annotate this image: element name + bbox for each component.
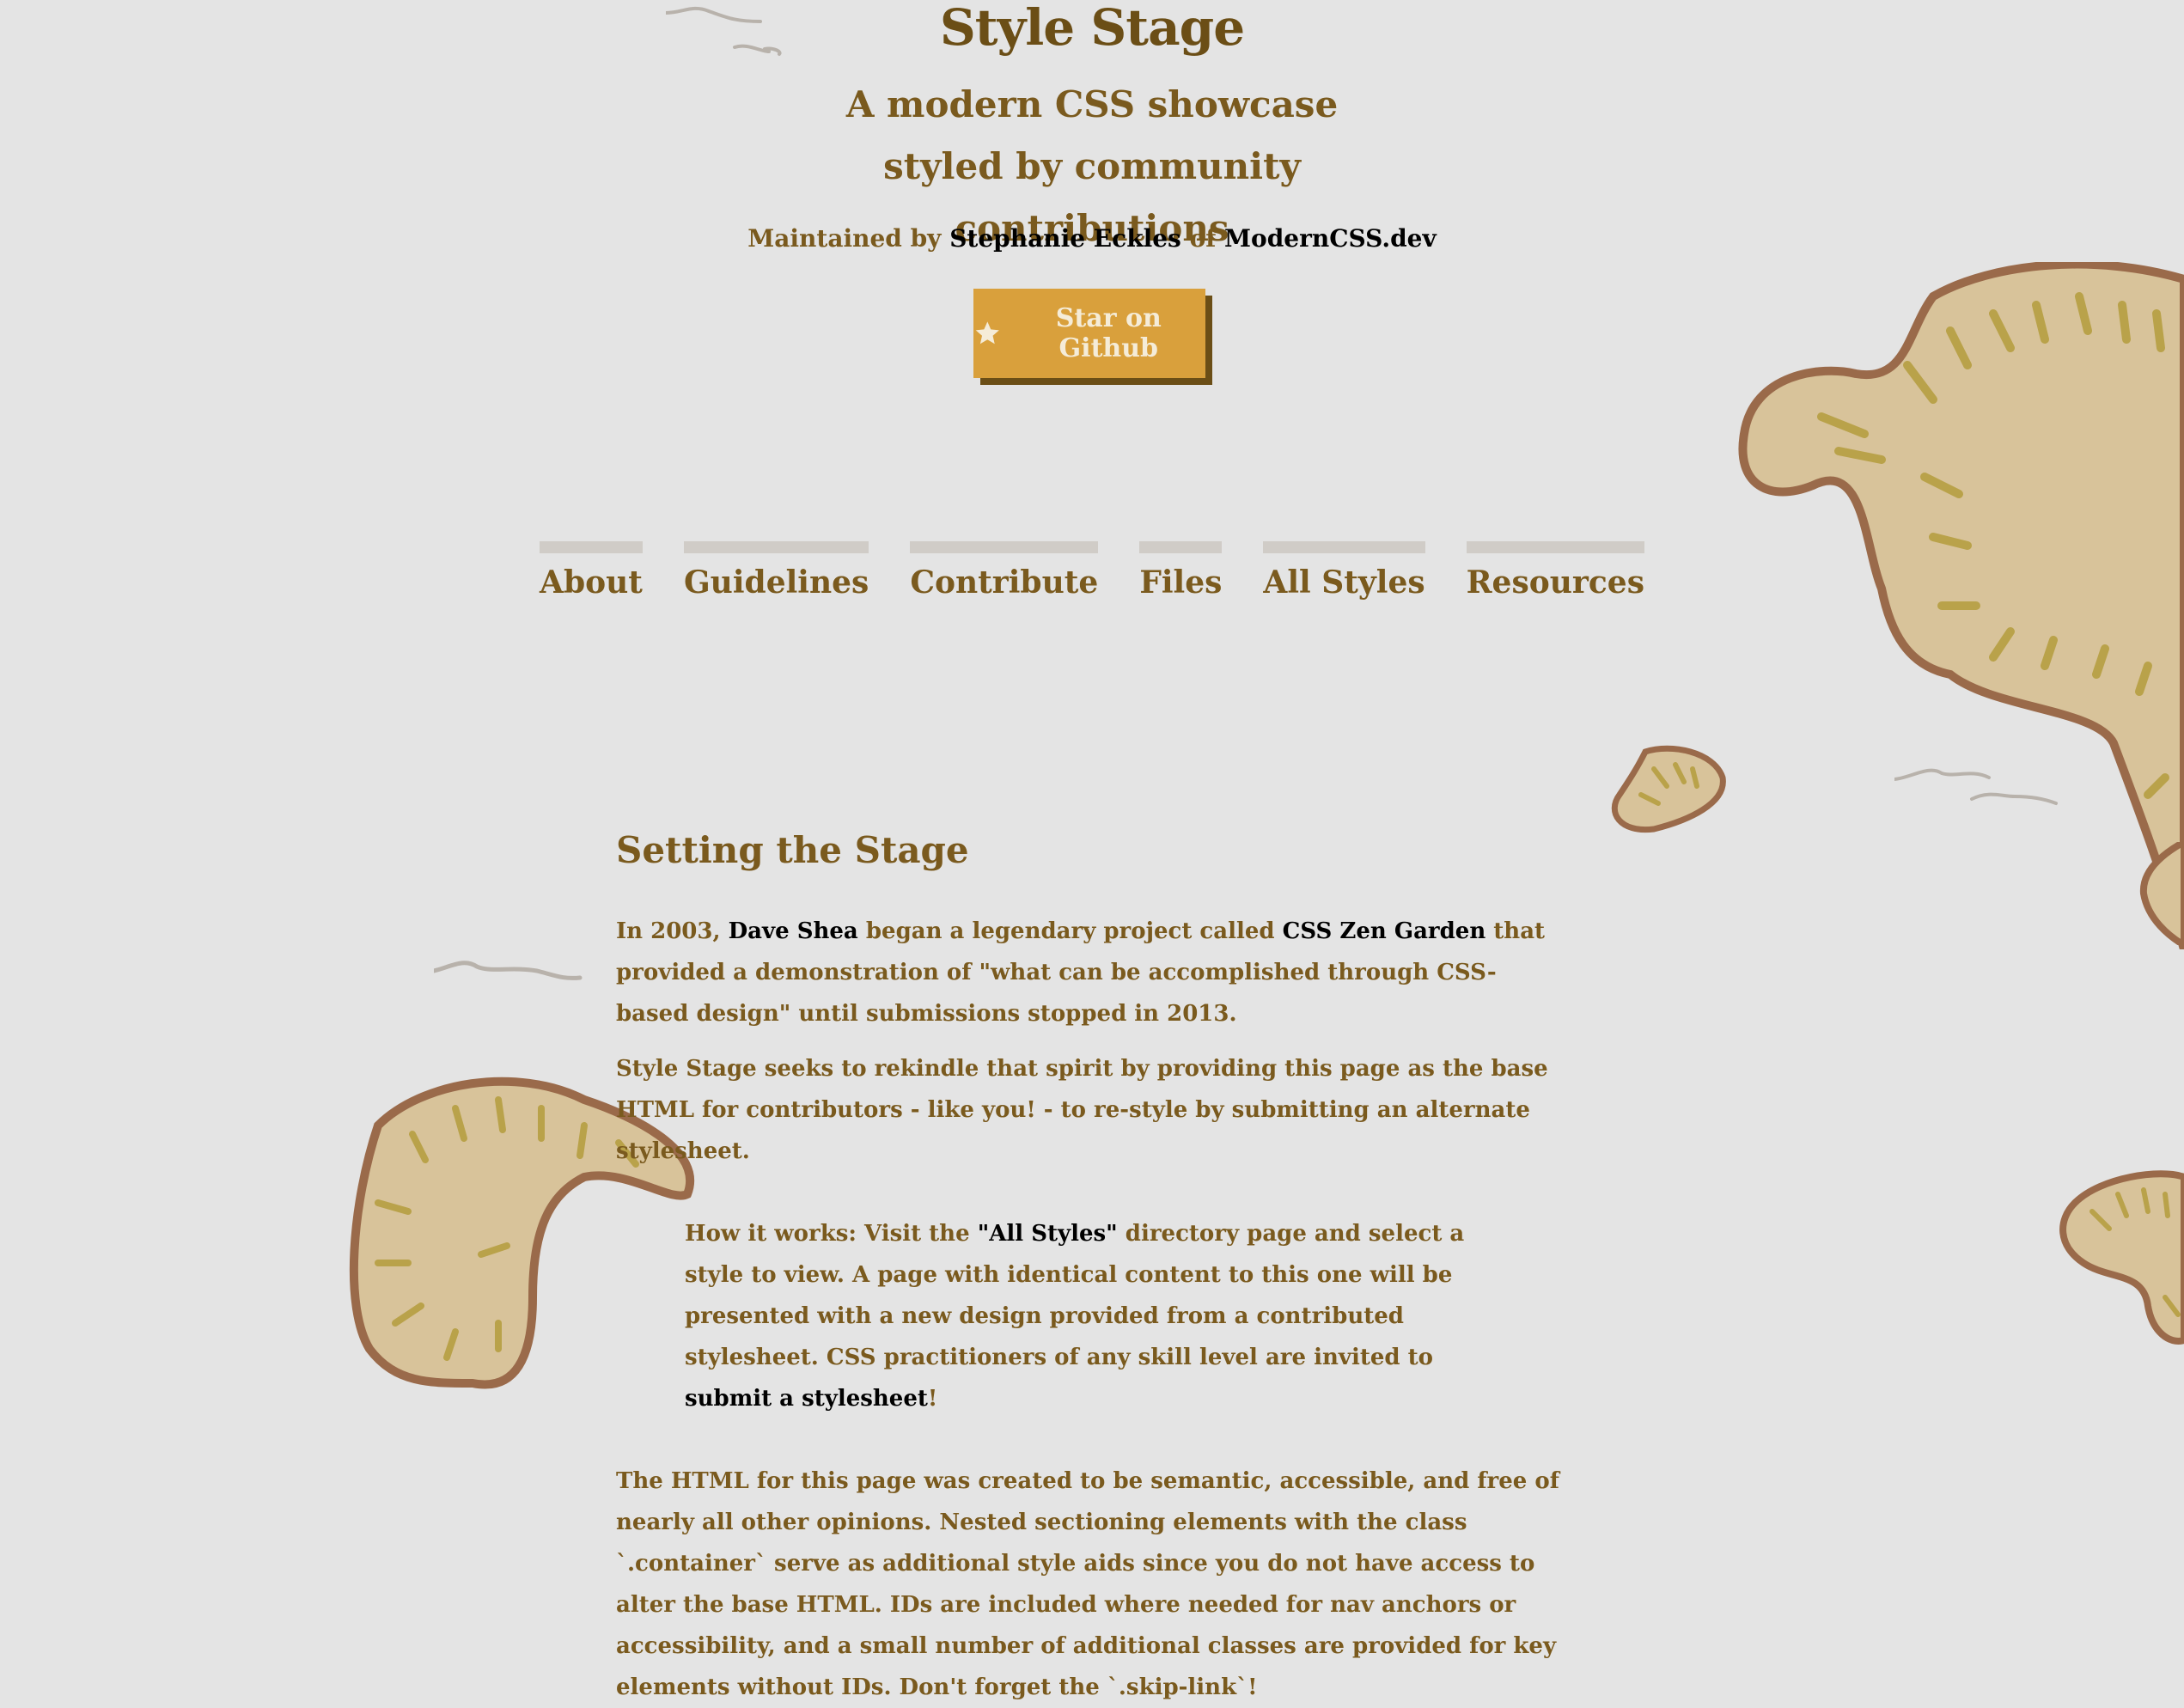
nav-item-label: Contribute [910, 564, 1099, 601]
nav-item-guidelines[interactable]: Guidelines [683, 541, 869, 603]
section-title: Setting the Stage [616, 829, 969, 871]
nav-item-resources[interactable]: Resources [1466, 541, 1644, 603]
nav-item-label: Files [1139, 564, 1223, 601]
nav-item-files[interactable]: Files [1139, 541, 1223, 603]
nav-item-contribute[interactable]: Contribute [910, 541, 1099, 603]
intro-paragraph: In 2003, Dave Shea began a legendary pro… [616, 911, 1561, 1034]
maintained-of: of [1189, 224, 1217, 253]
nav-item-label: Guidelines [683, 564, 869, 601]
star-on-github-button[interactable]: Star on Github [973, 289, 1205, 378]
island-decoration-large [1738, 262, 2184, 949]
maintained-by: Maintained by Stephanie Eckles of Modern… [0, 222, 2184, 256]
island-decoration-right-bottom [2059, 1170, 2184, 1345]
submit-stylesheet-link[interactable]: submit a stylesheet [685, 1386, 928, 1412]
nav-item-bar [910, 541, 1099, 553]
intro-text: began a legendary project called [865, 918, 1275, 944]
island-decoration-edge [2139, 842, 2184, 945]
star-on-github-label: Star on Github [1055, 303, 1162, 363]
nav-item-bar [683, 541, 869, 553]
nav-item-bar [1466, 541, 1644, 553]
nav-item-bar [540, 541, 643, 553]
rekindle-paragraph: Style Stage seeks to rekindle that spiri… [616, 1056, 1548, 1164]
how-it-works-paragraph: How it works: Visit the "All Styles" dir… [685, 1213, 1510, 1419]
intro-text: In 2003, [616, 918, 721, 944]
maintainer-site-link[interactable]: ModernCSS.dev [1224, 224, 1437, 253]
all-styles-link[interactable]: "All Styles" [978, 1221, 1118, 1247]
main-nav: About Guidelines Contribute Files All St… [0, 541, 2184, 603]
nav-item-bar [1139, 541, 1223, 553]
nav-item-bar [1263, 541, 1425, 553]
island-decoration-small [1611, 745, 1726, 833]
html-info-paragraph: The HTML for this page was created to be… [616, 1468, 1559, 1700]
nav-item-all-styles[interactable]: All Styles [1263, 541, 1425, 603]
maintained-prefix: Maintained by [747, 224, 942, 253]
how-it-works-text: How it works: Visit the [685, 1221, 970, 1247]
how-it-works-text: ! [927, 1386, 938, 1412]
site-title: Style Stage [939, 0, 1245, 57]
bird-decoration [434, 961, 583, 980]
star-icon [975, 321, 999, 345]
nav-item-label: Resources [1466, 564, 1644, 601]
bird-decoration [1894, 768, 2058, 805]
css-zen-garden-link[interactable]: CSS Zen Garden [1283, 918, 1486, 944]
maintainer-name-link[interactable]: Stephanie Eckles [949, 224, 1181, 253]
nav-item-label: All Styles [1263, 564, 1425, 601]
main-content: Setting the Stage In 2003, Dave Shea beg… [616, 816, 1561, 1700]
nav-item-label: About [540, 564, 643, 601]
nav-item-about[interactable]: About [540, 541, 643, 603]
dave-shea-link[interactable]: Dave Shea [729, 918, 858, 944]
